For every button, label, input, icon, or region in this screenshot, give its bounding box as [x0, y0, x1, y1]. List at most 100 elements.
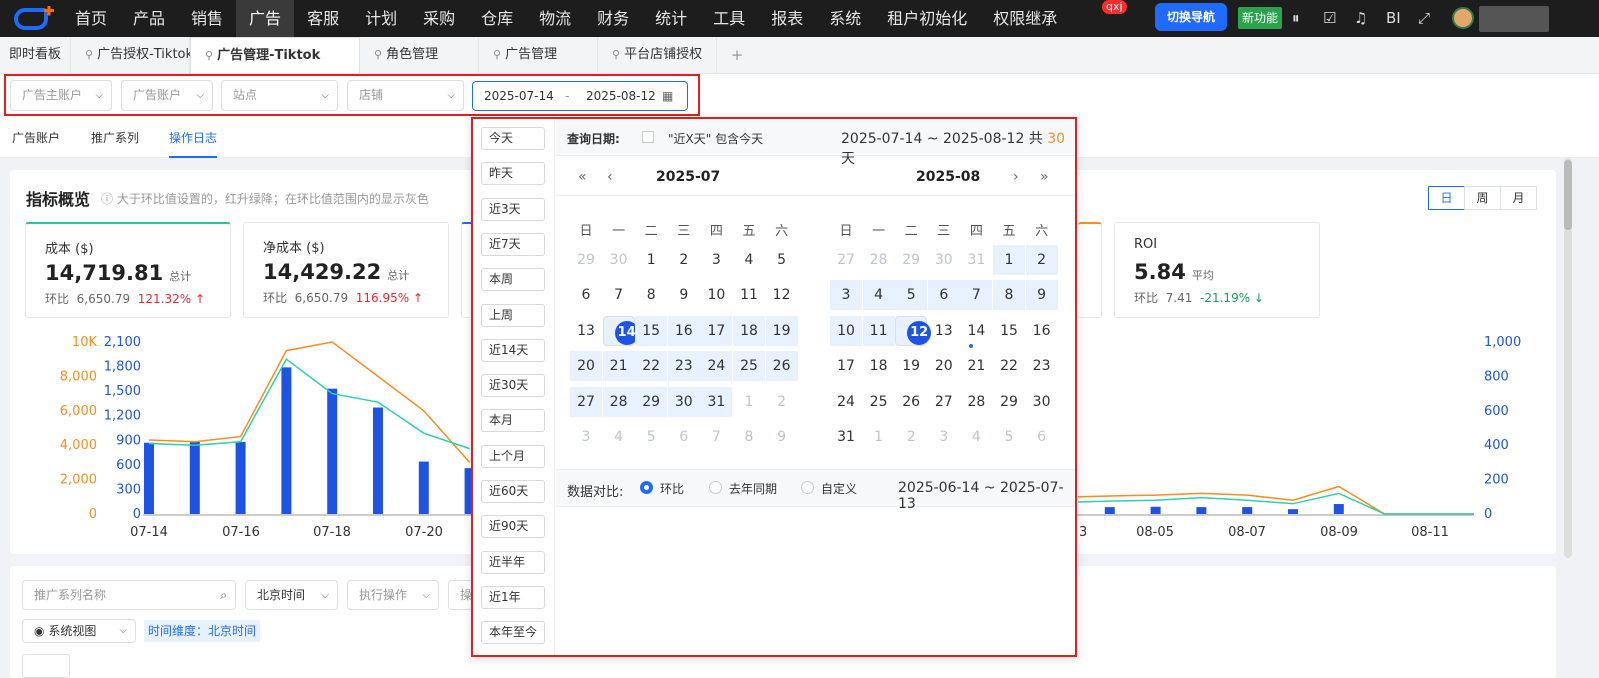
calendar-day[interactable]: 30 — [667, 386, 700, 417]
radio-mom[interactable] — [640, 481, 653, 494]
calendar-day[interactable]: 15 — [635, 315, 668, 346]
calendar-day[interactable]: 28 — [602, 386, 635, 417]
pin-icon[interactable]: ⚲ — [374, 48, 382, 61]
calendar-day[interactable]: 1 — [635, 245, 667, 275]
nav-item[interactable]: 物流 — [526, 0, 584, 37]
calendar-day[interactable]: 26 — [765, 351, 798, 382]
subtab-operation-log[interactable]: 操作日志 — [169, 118, 218, 158]
calendar-day[interactable]: 15 — [993, 316, 1025, 346]
radio-custom[interactable] — [801, 481, 814, 494]
granularity-day[interactable]: 日 — [1428, 186, 1465, 210]
nav-item[interactable]: 报表 — [758, 0, 816, 37]
metric-card-net-cost[interactable]: 净成本 ($) 14,429.22 总计 环比 6,650.79 116.95% … — [243, 222, 449, 318]
metric-card-cost[interactable]: 成本 ($) 14,719.81 总计 环比 6,650.79 121.32% ↑ — [25, 222, 231, 318]
calendar-day[interactable]: 1 — [863, 422, 895, 452]
calendar-day[interactable]: 26 — [895, 387, 927, 417]
calendar-day[interactable]: 16 — [1026, 316, 1058, 346]
nav-item[interactable]: 权限继承 — [980, 0, 1070, 37]
pin-icon[interactable]: ⚲ — [612, 48, 620, 61]
shortcut-button[interactable]: 近半年 — [481, 550, 545, 574]
calendar-day[interactable]: 9 — [668, 280, 700, 310]
granularity-week[interactable]: 周 — [1464, 186, 1501, 210]
nav-item[interactable]: 广告 — [236, 0, 295, 37]
logo[interactable] — [0, 0, 62, 37]
nav-item[interactable]: 计划 — [352, 0, 410, 37]
calendar-day[interactable]: 11 — [733, 280, 765, 310]
nav-item[interactable]: 销售 — [178, 0, 236, 37]
operation-select[interactable]: 执行操作 ⌵ — [347, 580, 439, 610]
calendar-day[interactable]: 5 — [895, 280, 928, 311]
metric-card-partial-right[interactable] — [1078, 222, 1102, 318]
calendar-day[interactable]: 4 — [603, 422, 635, 452]
calendar-day[interactable]: 21 — [960, 351, 992, 381]
calendar-day[interactable]: 25 — [733, 351, 765, 382]
prev-year-icon[interactable]: « — [578, 159, 587, 195]
calendar-day[interactable]: 31 — [830, 422, 862, 452]
shortcut-button[interactable]: 上个月 — [481, 444, 545, 468]
calendar-day[interactable]: 16 — [667, 315, 700, 346]
calendar-day[interactable]: 2 — [766, 387, 798, 417]
calendar-day[interactable]: 10 — [830, 315, 862, 346]
shortcut-button[interactable]: 近3天 — [481, 197, 545, 221]
pause-icon[interactable]: ⏸ — [1292, 9, 1300, 27]
nav-item[interactable]: 财务 — [584, 0, 642, 37]
calendar-day[interactable]: 20 — [570, 351, 602, 382]
calendar-day[interactable]: 2 — [895, 422, 927, 452]
calendar-day[interactable]: 24 — [830, 387, 862, 417]
calendar-day[interactable]: 10 — [700, 280, 732, 310]
calendar-day[interactable]: 8 — [733, 422, 765, 452]
calendar-day[interactable]: 19 — [765, 315, 798, 346]
new-feature-button[interactable]: 新功能 — [1238, 7, 1283, 29]
username-redacted[interactable] — [1479, 6, 1549, 32]
nav-item[interactable]: 仓库 — [468, 0, 526, 37]
shortcut-button[interactable]: 近60天 — [481, 480, 545, 503]
calendar-day[interactable]: 5 — [635, 422, 667, 452]
calendar-day[interactable]: 14 — [960, 316, 992, 346]
calendar-day[interactable]: 8 — [635, 280, 667, 310]
scrollbar-thumb[interactable] — [1564, 160, 1572, 230]
avatar[interactable] — [1452, 7, 1474, 29]
nav-item[interactable]: 工具 — [700, 0, 758, 37]
calendar-day[interactable]: 23 — [1026, 351, 1058, 381]
shortcut-button[interactable]: 今天 — [481, 127, 545, 150]
campaign-search-input[interactable]: 推广系列名称 ⌕ — [22, 580, 236, 610]
nav-item[interactable]: 产品 — [120, 0, 178, 37]
nav-item[interactable]: 统计 — [642, 0, 700, 37]
nav-item[interactable]: 客服 — [294, 0, 352, 37]
metric-card-roi[interactable]: ROI 5.84 平均 环比 7.41 -21.19% ↓ — [1114, 222, 1320, 318]
calendar-day[interactable]: 23 — [667, 351, 700, 382]
calendar-day[interactable]: 5 — [993, 422, 1025, 452]
tab-item[interactable]: ⚲ 广告管理-Tiktok — [190, 37, 361, 73]
calendar-day[interactable]: 22 — [993, 351, 1025, 381]
calendar-day[interactable]: 11 — [862, 315, 895, 346]
calendar-day[interactable]: 25 — [863, 387, 895, 417]
tab-item[interactable]: ⚲ 广告管理 — [479, 37, 599, 73]
calendar-day[interactable]: 30 — [928, 245, 960, 275]
shortcut-button[interactable]: 本月 — [481, 409, 545, 433]
add-tab-icon[interactable]: + — [717, 37, 757, 73]
tab-dashboard[interactable]: 即时看板 — [0, 37, 72, 73]
calendar-day[interactable]: 3 — [928, 422, 960, 452]
shortcut-button[interactable]: 近30天 — [481, 374, 545, 398]
calendar-day[interactable]: 17 — [830, 351, 862, 381]
pin-icon[interactable]: ⚲ — [85, 48, 93, 61]
calendar-day[interactable]: 13 — [570, 316, 602, 346]
calendar-day[interactable]: 27 — [570, 386, 602, 417]
calendar-day[interactable]: 29 — [895, 245, 927, 275]
calendar-day[interactable]: 9 — [1025, 280, 1058, 311]
calendar-day[interactable]: 31 — [960, 245, 992, 275]
shortcut-button[interactable]: 昨天 — [481, 162, 545, 186]
calendar-day[interactable]: 29 — [570, 245, 602, 275]
calendar-day[interactable]: 21 — [602, 351, 635, 382]
shortcut-button[interactable]: 本周 — [481, 268, 545, 292]
timezone-select[interactable]: 北京时间 ⌵ — [245, 580, 338, 610]
calendar-day[interactable]: 13 — [928, 316, 960, 346]
calendar-day[interactable]: 31 — [700, 386, 733, 417]
calendar-day[interactable]: 3 — [570, 422, 602, 452]
shortcut-button[interactable]: 近90天 — [481, 515, 545, 539]
calendar-day[interactable]: 29 — [993, 387, 1025, 417]
shortcut-button[interactable]: 近14天 — [481, 338, 545, 362]
calendar-day[interactable]: 9 — [766, 422, 798, 452]
granularity-month[interactable]: 月 — [1500, 186, 1537, 210]
calendar-day[interactable]: 14 — [602, 315, 639, 346]
